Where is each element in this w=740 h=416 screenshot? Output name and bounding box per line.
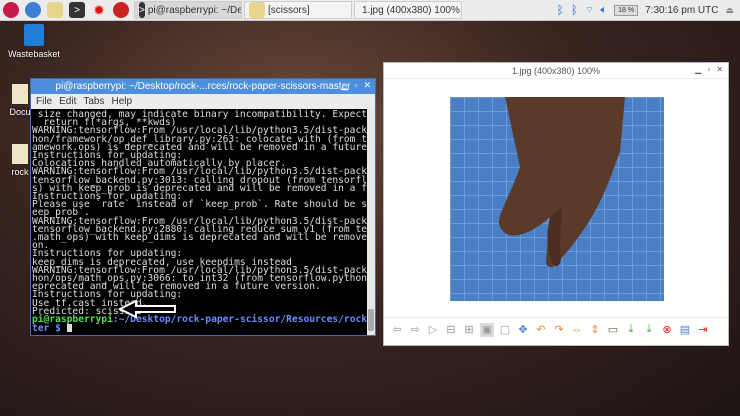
folder-icon	[12, 84, 28, 104]
zoom-fit-icon[interactable]: ▣	[480, 322, 494, 337]
bluetooth-icon[interactable]: ᛒ	[557, 3, 564, 17]
maximize-icon[interactable]: ▫	[354, 80, 357, 91]
rotate-left-icon[interactable]: ↶	[534, 323, 548, 337]
window-title: pi@raspberrypi: ~/Desktop/rock-...rces/r…	[55, 81, 351, 92]
folder-icon	[12, 144, 28, 164]
zoom-out-icon[interactable]: ⊟	[444, 323, 458, 337]
icon-label: Wastebasket	[8, 49, 60, 59]
eject-icon[interactable]: ⏏	[725, 5, 734, 16]
browser-icon[interactable]	[25, 2, 41, 18]
close-icon[interactable]: ✕	[363, 80, 371, 91]
task-terminal[interactable]: > pi@raspberrypi: ~/De...	[134, 1, 242, 19]
menu-help[interactable]: Help	[111, 96, 132, 107]
slideshow-icon[interactable]: ▷	[426, 323, 440, 337]
terminal-line: .math_ops) with keep_dims is deprecated …	[32, 232, 367, 244]
zoom-in-icon[interactable]: ⊞	[462, 323, 476, 337]
exit-icon[interactable]: ⇥	[696, 323, 710, 337]
prompt-line: pi@raspberrypi:~/Desktop/rock-paper-scis…	[32, 315, 367, 325]
terminal-icon[interactable]: >	[69, 2, 85, 18]
hand-scissors-photo	[450, 97, 664, 301]
task-label: [scissors]	[268, 4, 310, 16]
wifi-icon[interactable]: ⌔	[585, 5, 593, 16]
task-image-viewer[interactable]: 1.jpg (400x380) 100%	[354, 1, 462, 19]
next-icon[interactable]: ⇨	[408, 323, 422, 337]
viewer-title-bar[interactable]: 1.jpg (400x380) 100% ▁ ▫ ✕	[384, 63, 728, 79]
open-file-icon[interactable]: ▭	[606, 323, 620, 337]
menu-edit[interactable]: Edit	[59, 96, 76, 107]
flip-horizontal-icon[interactable]: ⇔	[570, 323, 584, 337]
hand-image	[499, 97, 625, 268]
save-as-icon[interactable]: ⤓	[642, 323, 656, 337]
minimize-icon[interactable]: ▁	[341, 80, 348, 91]
file-manager-icon[interactable]	[47, 2, 63, 18]
mathematica-icon[interactable]	[113, 2, 129, 18]
terminal-scrollbar[interactable]	[367, 109, 375, 335]
delete-icon[interactable]: ⊗	[660, 323, 674, 337]
menu-file[interactable]: File	[36, 96, 52, 107]
viewer-toolbar: ⇦ ⇨ ▷ ⊟ ⊞ ▣ ▢ ✥ ↶ ↷ ⇔ ⇕ ▭ ⤓ ⤓ ⊗ ▤ ⇥	[384, 317, 728, 341]
task-scissors[interactable]: [scissors]	[244, 1, 352, 19]
folder-icon	[249, 2, 265, 18]
fullscreen-icon[interactable]: ✥	[516, 323, 530, 337]
prompt-path: ter $	[32, 323, 67, 335]
scrollbar-thumb[interactable]	[368, 309, 374, 331]
desktop-icon-wastebasket[interactable]: Wastebasket	[8, 24, 60, 59]
raspberry-menu-icon[interactable]	[3, 2, 19, 18]
terminal-output[interactable]: size changed, may indicate binary incomp…	[31, 109, 367, 335]
save-icon[interactable]: ⤓	[624, 323, 638, 337]
bluetooth-icon[interactable]: ᛒ	[571, 3, 578, 17]
task-label: 1.jpg (400x380) 100%	[362, 4, 460, 16]
volume-icon[interactable]: 🔈︎	[601, 4, 608, 17]
rotate-right-icon[interactable]: ↷	[552, 323, 566, 337]
close-icon[interactable]: ✕	[716, 65, 723, 74]
wastebasket-icon	[24, 24, 44, 46]
icon-label: Docu	[9, 107, 31, 117]
maximize-icon[interactable]: ▫	[707, 65, 710, 74]
preferences-icon[interactable]: ▤	[678, 323, 692, 337]
terminal-window: pi@raspberrypi: ~/Desktop/rock-...rces/r…	[30, 78, 376, 336]
menu-tabs[interactable]: Tabs	[83, 96, 104, 107]
terminal-icon: >	[139, 2, 145, 18]
flip-vertical-icon[interactable]: ⇕	[588, 323, 602, 337]
cpu-monitor: 18 %	[614, 4, 639, 16]
window-title: 1.jpg (400x380) 100%	[511, 65, 601, 76]
desktop-icon-rock[interactable]: rock	[8, 144, 32, 177]
image-viewer-window: 1.jpg (400x380) 100% ▁ ▫ ✕ ⇦ ⇨ ▷ ⊟ ⊞ ▣ ▢ ✥…	[383, 62, 729, 346]
terminal-menu-bar: File Edit Tabs Help	[31, 94, 375, 109]
desktop-icon-documents[interactable]: Docu	[8, 84, 32, 117]
minimize-icon[interactable]: ▁	[695, 65, 701, 74]
system-tray: ᛒ ᛒ ⌔ 🔈︎ 18 % 7:30:16 pm UTC ⏏	[557, 3, 740, 17]
prompt-line: ter $	[32, 323, 366, 335]
taskbar: > ✹ > pi@raspberrypi: ~/De... [scissors] …	[0, 0, 740, 21]
previous-icon[interactable]: ⇦	[390, 323, 404, 337]
clock[interactable]: 7:30:16 pm UTC	[645, 5, 718, 16]
task-label: pi@raspberrypi: ~/De...	[147, 4, 242, 16]
icon-label: rock	[11, 167, 29, 177]
wolfram-icon[interactable]: ✹	[91, 2, 107, 18]
terminal-title-bar[interactable]: pi@raspberrypi: ~/Desktop/rock-...rces/r…	[31, 79, 375, 94]
original-size-icon[interactable]: ▢	[498, 323, 512, 337]
annotation-arrow	[118, 299, 176, 319]
cursor	[66, 324, 72, 333]
